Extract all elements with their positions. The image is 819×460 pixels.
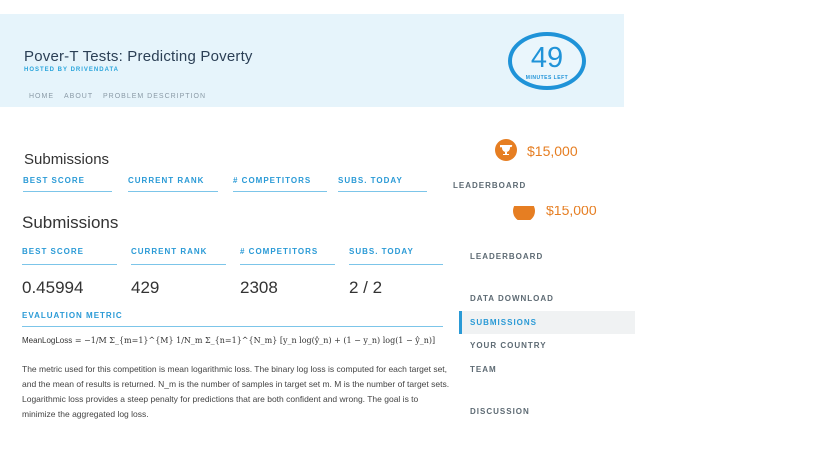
metric-formula: MeanLogLoss = −1/M Σ_{m=1}^{M} 1/N_m Σ_{… bbox=[22, 336, 435, 345]
competition-title: Pover-T Tests: Predicting Poverty bbox=[24, 48, 253, 65]
stat-label-subs-today: SUBS. TODAY bbox=[349, 247, 414, 256]
stat-value-subs-today: 2 / 2 bbox=[349, 278, 383, 297]
hosted-by-label[interactable]: HOSTED BY DRIVENDATA bbox=[24, 67, 119, 73]
formula-expression: = −1/M Σ_{m=1}^{M} 1/N_m Σ_{n=1}^{N_m} [… bbox=[74, 336, 436, 345]
metric-description: The metric used for this competition is … bbox=[22, 364, 450, 419]
ghost-divider bbox=[128, 191, 218, 192]
formula-name: MeanLogLoss bbox=[22, 336, 73, 345]
page-title: Submissions bbox=[22, 213, 119, 232]
sidebar-item-submissions[interactable]: SUBMISSIONS bbox=[470, 318, 537, 327]
ghost-stat-best-score: BEST SCORE bbox=[23, 176, 86, 185]
ghost-stat-current-rank: CURRENT RANK bbox=[128, 176, 205, 185]
timer-value: 49 bbox=[530, 42, 564, 74]
ghost-stat-subs-today: SUBS. TODAY bbox=[338, 176, 403, 185]
ghost-divider bbox=[23, 191, 112, 192]
ghost-trophy-icon bbox=[513, 206, 535, 220]
stat-divider bbox=[131, 264, 226, 265]
metric-divider bbox=[22, 326, 443, 327]
stat-value-best-score: 0.45994 bbox=[22, 278, 84, 297]
nav-home[interactable]: HOME bbox=[29, 93, 54, 100]
nav-about[interactable]: ABOUT bbox=[64, 93, 93, 100]
ghost-stat-clip: CURRENT RANK bbox=[128, 176, 218, 185]
ghost-stat-clip: SUBS. TODAY bbox=[338, 176, 433, 185]
ghost-stat-clip: BEST SCORE bbox=[23, 176, 113, 185]
timer-label: MINUTES LEFT bbox=[525, 75, 569, 81]
ghost-sidebar-leaderboard[interactable]: LEADERBOARD bbox=[453, 181, 526, 190]
sidebar-item-data-download[interactable]: DATA DOWNLOAD bbox=[470, 294, 554, 303]
ghost-heading: Submissions bbox=[24, 151, 110, 168]
evaluation-metric-label: EVALUATION METRIC bbox=[22, 311, 123, 320]
sidebar-item-leaderboard[interactable]: LEADERBOARD bbox=[470, 252, 543, 261]
stat-label-best-score: BEST SCORE bbox=[22, 247, 85, 256]
stat-divider bbox=[22, 264, 117, 265]
stat-value-competitors: 2308 bbox=[240, 278, 278, 297]
ghost-stat-clip: # COMPETITORS bbox=[233, 176, 328, 185]
sidebar-active-indicator bbox=[459, 311, 462, 334]
countdown-timer: 49 MINUTES LEFT bbox=[508, 32, 586, 90]
sidebar-item-discussion[interactable]: DISCUSSION bbox=[470, 407, 530, 416]
nav-problem-description[interactable]: PROBLEM DESCRIPTION bbox=[103, 93, 206, 100]
stat-value-current-rank: 429 bbox=[131, 278, 160, 297]
stat-label-current-rank: CURRENT RANK bbox=[131, 247, 208, 256]
ghost-stat-competitors: # COMPETITORS bbox=[233, 176, 312, 185]
sidebar-item-your-country[interactable]: YOUR COUNTRY bbox=[470, 341, 547, 350]
prize-amount: $15,000 bbox=[527, 143, 578, 159]
trophy-icon bbox=[495, 139, 517, 161]
stat-divider bbox=[349, 264, 443, 265]
stat-divider bbox=[240, 264, 335, 265]
ghost-divider bbox=[233, 191, 327, 192]
ghost-prize-amount: $15,000 bbox=[546, 206, 597, 218]
ghost-divider bbox=[338, 191, 427, 192]
ghost-prize-clip: $15,000 bbox=[510, 206, 620, 220]
sidebar-item-team[interactable]: TEAM bbox=[470, 365, 497, 374]
stat-label-competitors: # COMPETITORS bbox=[240, 247, 319, 256]
